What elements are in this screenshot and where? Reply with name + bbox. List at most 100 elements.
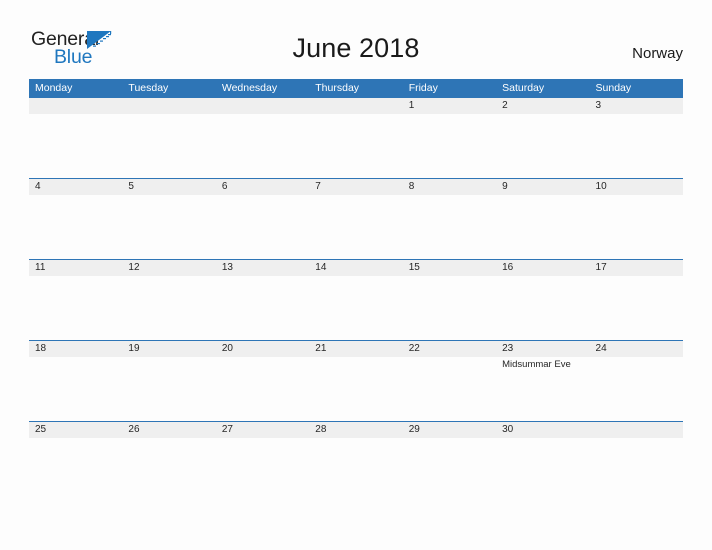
day-cell-11[interactable] — [29, 276, 122, 340]
day-cell-empty — [122, 114, 215, 178]
day-number-30[interactable]: 30 — [496, 422, 589, 438]
day-number-4[interactable]: 4 — [29, 179, 122, 195]
day-cell-20[interactable] — [216, 357, 309, 421]
weekday-header-thursday: Thursday — [315, 82, 360, 94]
day-number-17[interactable]: 17 — [590, 260, 683, 276]
day-cell-empty — [29, 114, 122, 178]
weekday-header-friday: Friday — [408, 82, 438, 94]
day-number-5[interactable]: 5 — [122, 179, 215, 195]
day-number-11[interactable]: 11 — [29, 260, 122, 276]
week-event-band — [29, 276, 683, 340]
day-number-19[interactable]: 19 — [122, 341, 215, 357]
day-number-1[interactable]: 1 — [403, 98, 496, 114]
day-number-18[interactable]: 18 — [29, 341, 122, 357]
week-event-band: Midsummar Eve — [29, 357, 683, 421]
week-event-band — [29, 195, 683, 259]
day-cell-13[interactable] — [216, 276, 309, 340]
weekday-header-tuesday: Tuesday — [128, 82, 169, 94]
holiday-label: Midsummar Eve — [502, 359, 571, 370]
calendar-week-row: 18 19 20 21 22 23 24 Midsummar Eve — [29, 340, 683, 421]
weekday-header-wednesday: Wednesday — [221, 82, 278, 94]
day-number-6[interactable]: 6 — [216, 179, 309, 195]
day-cell-empty — [216, 114, 309, 178]
week-date-band: 25 26 27 28 29 30 — [29, 421, 683, 438]
day-number-23[interactable]: 23 — [496, 341, 589, 357]
page-title: June 2018 — [292, 33, 420, 63]
day-cell-21[interactable] — [309, 357, 402, 421]
day-number-13[interactable]: 13 — [216, 260, 309, 276]
day-cell-28[interactable] — [309, 438, 402, 502]
calendar-week-row: 4 5 6 7 8 9 10 — [29, 178, 683, 259]
page-header: General Blue June 2018 Norway — [0, 0, 712, 78]
day-number-26[interactable]: 26 — [122, 422, 215, 438]
calendar-weeks: 1 2 3 4 5 6 7 8 9 10 11 12 13 14 15 16 17 18 19 20 21 22 23 24 M… — [29, 97, 683, 502]
day-cell-2[interactable] — [496, 114, 589, 178]
calendar-week-row: 25 26 27 28 29 30 — [29, 421, 683, 502]
day-number-2[interactable]: 2 — [496, 98, 589, 114]
calendar-week-row: 123 — [29, 97, 683, 178]
day-cell-25[interactable] — [29, 438, 122, 502]
day-cell-8[interactable] — [403, 195, 496, 259]
day-cell-24[interactable] — [590, 357, 683, 421]
week-date-band: 4 5 6 7 8 9 10 — [29, 178, 683, 195]
day-cell-19[interactable] — [122, 357, 215, 421]
day-number-12[interactable]: 12 — [122, 260, 215, 276]
day-cell-4[interactable] — [29, 195, 122, 259]
day-number-empty — [590, 422, 683, 438]
day-cell-26[interactable] — [122, 438, 215, 502]
day-cell-5[interactable] — [122, 195, 215, 259]
day-number-27[interactable]: 27 — [216, 422, 309, 438]
weekday-header-monday: Monday — [35, 82, 73, 94]
day-cell-7[interactable] — [309, 195, 402, 259]
day-cell-22[interactable] — [403, 357, 496, 421]
day-cell-empty — [309, 114, 402, 178]
calendar-grid: Monday Tuesday Wednesday Thursday Friday Satu… — [29, 79, 683, 502]
day-cell-18[interactable] — [29, 357, 122, 421]
day-number-7[interactable]: 7 — [309, 179, 402, 195]
day-number-28[interactable]: 28 — [309, 422, 402, 438]
day-cell-9[interactable] — [496, 195, 589, 259]
week-event-band — [29, 438, 683, 502]
week-date-band: 123 — [29, 97, 683, 114]
weekday-header-sunday: Sunday — [595, 82, 632, 94]
day-number-25[interactable]: 25 — [29, 422, 122, 438]
week-date-band: 11 12 13 14 15 16 17 — [29, 259, 683, 276]
day-number-empty — [122, 98, 215, 114]
day-number-8[interactable]: 8 — [403, 179, 496, 195]
day-cell-14[interactable] — [309, 276, 402, 340]
day-cell-23[interactable]: Midsummar Eve — [496, 357, 589, 421]
week-event-band — [29, 114, 683, 178]
day-number-24[interactable]: 24 — [590, 341, 683, 357]
day-cell-6[interactable] — [216, 195, 309, 259]
day-cell-17[interactable] — [590, 276, 683, 340]
day-number-empty — [29, 98, 122, 114]
country-label: Norway — [632, 45, 683, 62]
calendar-week-row: 11 12 13 14 15 16 17 — [29, 259, 683, 340]
day-number-3[interactable]: 3 — [590, 98, 683, 114]
day-cell-10[interactable] — [590, 195, 683, 259]
day-number-empty — [216, 98, 309, 114]
day-cell-3[interactable] — [590, 114, 683, 178]
day-cell-1[interactable] — [403, 114, 496, 178]
calendar-page: General Blue June 2018 Norway Monday Tues… — [0, 0, 712, 550]
day-number-15[interactable]: 15 — [403, 260, 496, 276]
day-number-21[interactable]: 21 — [309, 341, 402, 357]
week-date-band: 18 19 20 21 22 23 24 — [29, 340, 683, 357]
day-cell-16[interactable] — [496, 276, 589, 340]
day-cell-15[interactable] — [403, 276, 496, 340]
day-number-22[interactable]: 22 — [403, 341, 496, 357]
day-number-16[interactable]: 16 — [496, 260, 589, 276]
day-number-29[interactable]: 29 — [403, 422, 496, 438]
day-cell-12[interactable] — [122, 276, 215, 340]
day-cell-27[interactable] — [216, 438, 309, 502]
weekday-header-row: Monday Tuesday Wednesday Thursday Friday Satu… — [29, 79, 683, 97]
day-number-9[interactable]: 9 — [496, 179, 589, 195]
day-cell-29[interactable] — [403, 438, 496, 502]
day-cell-empty — [590, 438, 683, 502]
weekday-header-saturday: Saturday — [502, 82, 545, 94]
day-number-14[interactable]: 14 — [309, 260, 402, 276]
day-number-10[interactable]: 10 — [590, 179, 683, 195]
day-number-20[interactable]: 20 — [216, 341, 309, 357]
day-number-empty — [309, 98, 402, 114]
day-cell-30[interactable] — [496, 438, 589, 502]
